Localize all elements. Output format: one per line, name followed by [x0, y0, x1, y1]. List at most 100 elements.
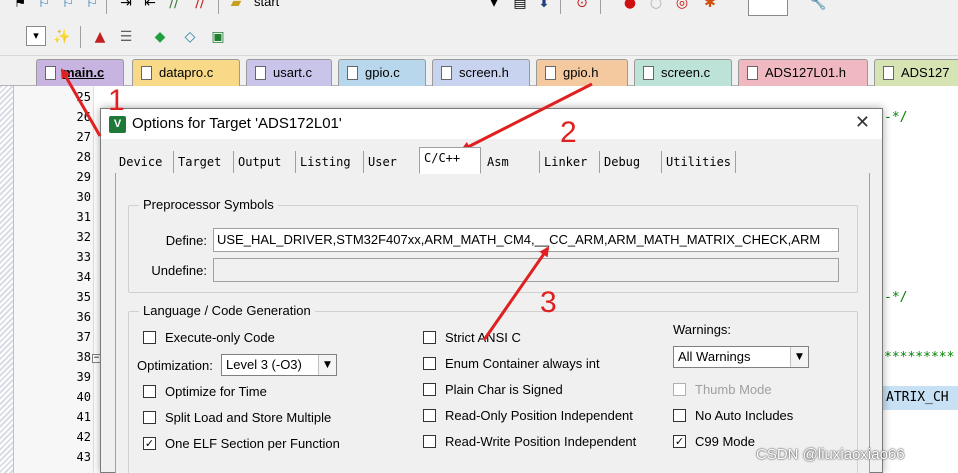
indent-icon[interactable]: ⇥	[116, 0, 136, 12]
window-dropdown[interactable]	[748, 0, 788, 16]
tab-target[interactable]: Target	[173, 151, 225, 173]
tab-user[interactable]: User	[363, 151, 401, 173]
warnings-select[interactable]: All Warnings ▼	[673, 346, 809, 368]
chevron-down-icon: ▼	[790, 347, 808, 367]
dialog-title-bar: V Options for Target 'ADS172L01' ✕	[101, 109, 882, 139]
checkbox-box	[673, 383, 686, 396]
line-number: 35	[76, 290, 91, 304]
magic-wand-icon[interactable]: ✨	[52, 28, 72, 46]
keil-app-icon: V	[109, 116, 126, 133]
tab-device[interactable]: Device	[115, 151, 166, 173]
code-selection: ATRIX_CH	[882, 386, 958, 410]
target-name[interactable]: start	[254, 0, 279, 9]
checkbox-label: Read-Only Position Independent	[445, 408, 633, 423]
annotation-number-2: 2	[560, 116, 577, 149]
editor-margin	[0, 86, 14, 473]
line-number: 41	[76, 410, 91, 424]
pack-installer-icon[interactable]: ◆	[150, 28, 170, 46]
tab-gpio-c[interactable]: gpio.c	[338, 59, 426, 86]
checkbox-box	[143, 331, 156, 344]
tab-main-c[interactable]: main.c	[36, 59, 124, 86]
line-number: 31	[76, 210, 91, 224]
project-items-icon[interactable]: ☰	[116, 28, 136, 46]
file-icon	[883, 66, 894, 80]
checkbox-box	[423, 357, 436, 370]
checkbox-box	[423, 331, 436, 344]
tab-screen-c[interactable]: screen.c	[634, 59, 732, 86]
tools-icon[interactable]: 🔧	[808, 0, 828, 12]
line-number: 33	[76, 250, 91, 264]
select-value: All Warnings	[678, 349, 751, 364]
dialog-title: Options for Target 'ADS172L01'	[132, 115, 342, 132]
tab-usart-c[interactable]: usart.c	[246, 59, 332, 86]
line-number: 32	[76, 230, 91, 244]
tab-linker[interactable]: Linker	[539, 151, 591, 173]
bookmark-icon[interactable]: ⚑	[10, 0, 30, 12]
checkbox-box	[423, 435, 436, 448]
warnings-label: Warnings:	[673, 322, 732, 337]
tab-utilities[interactable]: Utilities	[661, 151, 737, 173]
uncomment-icon[interactable]: //	[190, 0, 210, 12]
line-number: 42	[76, 430, 91, 444]
bookmark-clear-icon[interactable]: ⚐	[82, 0, 102, 12]
manage-components-icon[interactable]: ▲	[90, 28, 110, 46]
tab-debug[interactable]: Debug	[599, 151, 644, 173]
undefine-input[interactable]	[213, 258, 839, 282]
checkbox-label: C99 Mode	[695, 434, 755, 449]
checkbox-label: Enum Container always int	[445, 356, 600, 371]
options-icon[interactable]: ▤	[510, 0, 530, 12]
define-label: Define:	[165, 233, 207, 248]
comment-icon[interactable]: //	[164, 0, 184, 12]
checkbox-label: Plain Char is Signed	[445, 382, 563, 397]
annotation-number-1: 1	[108, 84, 125, 117]
tab-output[interactable]: Output	[233, 151, 285, 173]
build-toolbar: ⚑ ⚐ ⚐ ⚐ ⇥ ⇤ // // ▰ start ▾ ▤ ⬇ ⊙ ● ○ ◎ …	[0, 0, 958, 18]
breakpoint-icon[interactable]: ●	[620, 0, 640, 12]
checkbox-label: Execute-only Code	[165, 330, 275, 345]
checkmark-icon: ✓	[673, 435, 686, 448]
code-comment: -*/	[884, 290, 908, 305]
define-input[interactable]: USE_HAL_DRIVER,STM32F407xx,ARM_MATH_CM4,…	[213, 228, 839, 252]
line-number: 38	[76, 350, 91, 364]
target-icon: ▰	[230, 0, 242, 11]
unindent-icon[interactable]: ⇤	[140, 0, 160, 12]
breakpoint-list-icon[interactable]: ✱	[700, 0, 720, 12]
checkbox-box	[423, 409, 436, 422]
code-comment: *********	[884, 350, 955, 365]
line-number: 37	[76, 330, 91, 344]
file-icon	[45, 66, 56, 80]
checkbox-dropdown[interactable]: ▾	[26, 26, 46, 46]
tab-c-cpp[interactable]: C/C++	[419, 147, 481, 174]
tab-ads127l01-h[interactable]: ADS127L01.h	[738, 59, 868, 86]
undefine-label: Undefine:	[151, 263, 207, 278]
tab-gpio-h[interactable]: gpio.h	[536, 59, 628, 86]
load-icon[interactable]: ⬇	[534, 0, 554, 12]
checkbox-box	[423, 383, 436, 396]
file-icon	[347, 66, 358, 80]
select-value: Level 3 (-O3)	[226, 357, 302, 372]
tab-asm[interactable]: Asm	[483, 151, 539, 173]
bookmark-prev-icon[interactable]: ⚐	[34, 0, 54, 12]
line-number: 27	[76, 130, 91, 144]
checkbox-label: Read-Write Position Independent	[445, 434, 637, 449]
file-icon	[141, 66, 152, 80]
checkbox-box	[673, 409, 686, 422]
tab-label: ADS127L01.h	[765, 65, 846, 80]
checkbox-label: Thumb Mode	[695, 382, 772, 397]
tab-screen-h[interactable]: screen.h	[432, 59, 530, 86]
file-icon	[255, 66, 266, 80]
tab-ads127-c[interactable]: ADS127	[874, 59, 958, 86]
tab-datapro-c[interactable]: datapro.c	[132, 59, 240, 86]
tab-listing[interactable]: Listing	[295, 151, 355, 173]
target-dropdown-icon[interactable]: ▾	[484, 0, 504, 12]
checkbox-box	[143, 411, 156, 424]
debug-icon[interactable]: ⊙	[572, 0, 592, 12]
close-icon[interactable]: ✕	[855, 112, 870, 133]
optimization-select[interactable]: Level 3 (-O3) ▼	[221, 354, 337, 376]
select-pack-icon[interactable]: ◇	[180, 28, 200, 46]
breakpoint-disable-icon[interactable]: ○	[646, 0, 666, 12]
watermark: CSDN @liuxiaoxiao66	[756, 446, 905, 463]
bookmark-next-icon[interactable]: ⚐	[58, 0, 78, 12]
breakpoint-kill-icon[interactable]: ◎	[672, 0, 692, 12]
run-time-env-icon[interactable]: ▣	[208, 28, 228, 46]
